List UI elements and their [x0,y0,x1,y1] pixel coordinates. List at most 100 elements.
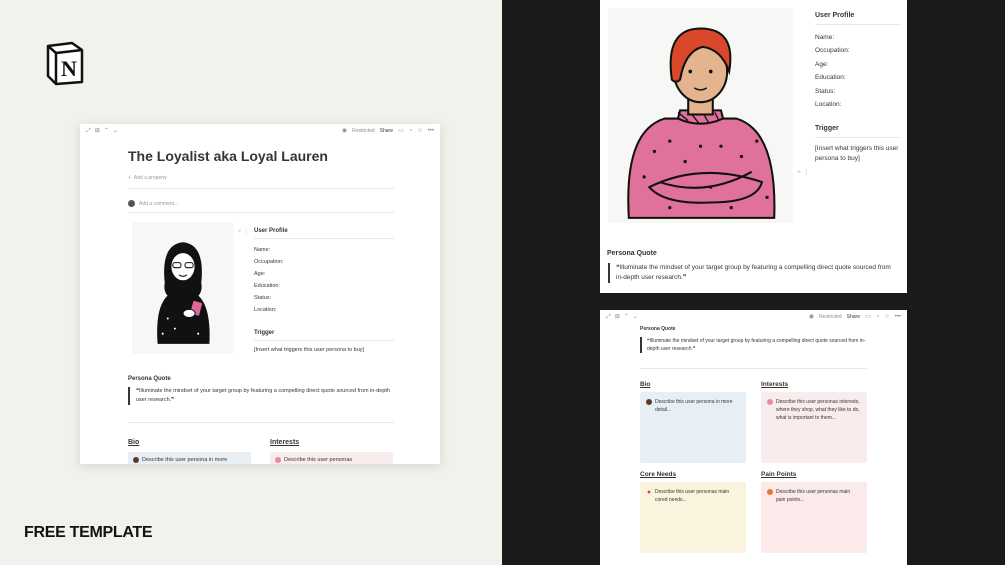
eye-icon: ◉ [808,314,815,320]
interests-heading: Interests [270,439,300,446]
page-title: The Loyalist aka Loyal Lauren [128,148,328,164]
interests-heading: Interests [761,381,789,388]
interests-card-text: Describe this user personas [284,457,353,463]
persona-quote: ❝Illuminate the mindset of your target g… [608,263,898,283]
persona-quote-heading: Persona Quote [128,376,171,382]
bio-card-text: Describe this user persona in more [142,457,228,463]
free-template-label: FREE TEMPLATE [24,524,153,541]
user-avatar-icon [128,200,135,207]
plus-icon: + [128,175,131,181]
bottom-right-notion-window: ⤢ ⊞ ⌃ ⌄ ◉ Restricted Share ▭ ◔ ☆ ••• Per… [600,310,907,565]
field-name: Name: [254,247,271,253]
trigger-heading: Trigger [815,125,839,132]
comment-icon[interactable]: ▭ [398,128,404,134]
comment-icon[interactable]: ▭ [865,314,871,320]
core-needs-card[interactable]: Describe this user personas main cored n… [640,482,746,553]
trigger-divider [254,340,394,341]
profile-divider [815,24,901,25]
share-button[interactable]: Share [380,128,393,134]
persona-quote-heading: Persona Quote [607,250,657,257]
persona-quote-text: ❝Illuminate the mindset of your target g… [647,338,866,352]
block-handle[interactable]: + ⋮ [238,228,249,235]
field-age: Age: [815,60,829,68]
share-button[interactable]: Share [847,314,860,320]
field-name: Name: [815,34,835,41]
angry-emoji-icon [767,489,773,495]
quote-divider [640,368,867,369]
property-divider [128,188,394,189]
star-icon[interactable]: ☆ [884,314,889,320]
eye-icon: ◉ [341,128,348,134]
left-notion-window: ⤢ ⊞ ⌃ ⌄ ◉ Restricted Share ▭ ◔ ☆ ••• The… [80,124,440,464]
interests-emoji-icon [767,399,773,405]
persona-illustration [132,222,234,354]
field-status: Status: [254,295,272,301]
interests-card-text: Describe this user personas interests, w… [776,399,860,421]
chevron-up-icon[interactable]: ⌃ [104,128,109,134]
bio-emoji-icon [646,399,652,405]
pain-points-heading: Pain Points [761,471,797,478]
persona-quote-text: ❝Illuminate the mindset of your target g… [136,388,390,403]
bio-emoji-icon [133,457,139,463]
chevron-down-icon[interactable]: ⌄ [633,314,638,320]
bio-heading: Bio [640,381,651,388]
expand-icon[interactable]: ⤢ [86,128,91,134]
field-location: Location: [815,101,842,109]
profile-fields: Name: Occupation: Age: Education: Status… [815,31,850,111]
block-handle[interactable]: + ⋮ [797,168,810,176]
history-icon[interactable]: ◔ [409,128,413,134]
bio-card[interactable]: Describe this user persona in more [128,452,251,464]
field-occupation: Occupation: [815,47,850,55]
user-profile-heading: User Profile [254,228,288,234]
bio-card-text: Describe this user persona in more detai… [655,399,733,413]
field-occupation: Occupation: [254,259,284,265]
more-icon[interactable]: ••• [428,128,434,134]
chevron-up-icon[interactable]: ⌃ [624,314,629,320]
star-icon[interactable]: ☆ [417,128,422,134]
expand-icon[interactable]: ⤢ [606,314,611,320]
interests-card[interactable]: Describe this user personas interests, w… [761,392,867,463]
notion-logo-letter: N [61,56,77,81]
core-needs-heading: Core Needs [640,471,677,478]
target-emoji-icon [646,489,652,495]
comment-divider [128,212,394,213]
notion-logo: N [46,41,84,86]
add-comment-label: Add a comment... [139,200,179,207]
trigger-heading: Trigger [254,330,275,336]
history-icon[interactable]: ◔ [876,314,880,320]
pain-points-card[interactable]: Describe this user personas main pain po… [761,482,867,553]
user-profile-heading: User Profile [815,12,855,19]
field-education: Education: [815,74,846,82]
add-property-label: Add a property [133,175,167,181]
profile-divider [254,238,394,239]
window-topbar: ⤢ ⊞ ⌃ ⌄ ◉ Restricted Share ▭ ◔ ☆ ••• [600,310,907,324]
field-age: Age: [254,271,266,277]
add-comment-field[interactable]: Add a comment... [128,200,178,207]
top-right-notion-window: + ⋮ User Profile Name: Occupation: Age: … [600,0,907,293]
interests-emoji-icon [275,457,281,463]
split-view-icon[interactable]: ⊞ [95,128,100,134]
chevron-down-icon[interactable]: ⌄ [113,128,118,134]
restricted-label[interactable]: Restricted [352,128,375,134]
interests-card[interactable]: Describe this user personas [270,452,393,464]
field-status: Status: [815,87,836,95]
split-view-icon[interactable]: ⊞ [615,314,620,320]
restricted-label[interactable]: Restricted [819,314,842,320]
more-icon[interactable]: ••• [895,314,901,320]
persona-quote-text: ❝Illuminate the mindset of your target g… [616,264,891,281]
trigger-text: [Insert what triggers this user persona … [815,145,899,162]
persona-quote-heading: Persona Quote [640,326,676,332]
profile-fields: Name: Occupation: Age: Education: Status… [254,244,283,316]
field-location: Location: [254,307,277,313]
trigger-text: [Insert what triggers this user persona … [254,347,365,353]
add-property-button[interactable]: + Add a property [128,175,167,181]
window-topbar: ⤢ ⊞ ⌃ ⌄ ◉ Restricted Share ▭ ◔ ☆ ••• [80,124,440,138]
quote-divider [128,422,394,423]
core-needs-card-text: Describe this user personas main cored n… [655,489,730,503]
bio-card[interactable]: Describe this user persona in more detai… [640,392,746,463]
persona-illustration-large [608,8,793,223]
pain-points-card-text: Describe this user personas main pain po… [776,489,851,503]
persona-quote: ❝Illuminate the mindset of your target g… [640,337,870,353]
field-education: Education: [254,283,280,289]
trigger-divider [815,137,901,138]
